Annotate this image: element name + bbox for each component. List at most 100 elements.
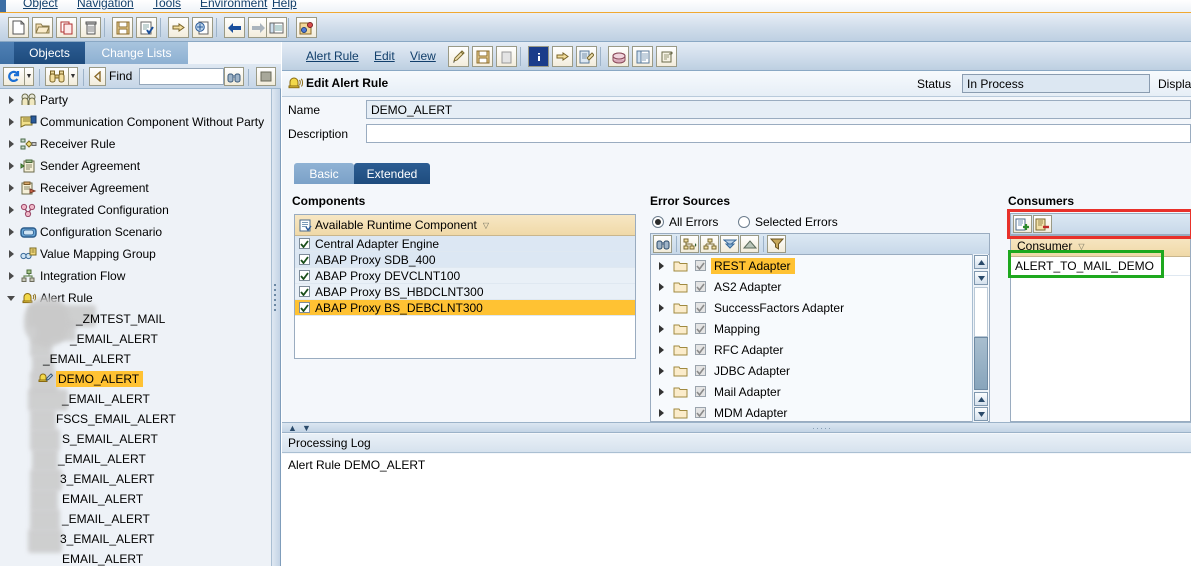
list-item[interactable]: S_EMAIL_ALERT	[0, 429, 272, 449]
tree-item-communication-component-without-party[interactable]: Communication Component Without Party	[0, 111, 272, 133]
splitter-up-arrow-icon[interactable]: ▲	[288, 423, 297, 433]
remove-consumer-icon[interactable]	[1033, 215, 1052, 233]
list-item[interactable]: 3_EMAIL_ALERT	[0, 469, 272, 489]
list-item[interactable]: _ZMTEST_MAIL	[0, 309, 272, 329]
expand-arrow-icon[interactable]	[659, 324, 673, 333]
select-all-icon[interactable]	[740, 235, 759, 253]
row-checkbox[interactable]	[695, 344, 706, 355]
copy-icon[interactable]	[56, 17, 77, 38]
menu-navigation[interactable]: Navigation	[77, 0, 134, 10]
info-icon[interactable]	[528, 46, 549, 67]
row-checkbox[interactable]	[299, 302, 310, 313]
editor-menu-edit[interactable]: Edit	[374, 49, 395, 63]
tree-row-mdm-adapter[interactable]: MDM Adapter	[651, 402, 989, 421]
stop-icon[interactable]	[256, 67, 276, 86]
tree-item-integration-flow[interactable]: Integration Flow	[0, 265, 272, 287]
menu-help[interactable]: Help	[272, 0, 297, 10]
expand-arrow-icon[interactable]	[4, 243, 18, 265]
expand-arrow-icon[interactable]	[659, 387, 673, 396]
collapse-all-icon[interactable]	[700, 235, 719, 253]
menu-object[interactable]: Object	[23, 0, 58, 10]
save-icon[interactable]	[112, 17, 133, 38]
tree-row-mail-adapter[interactable]: Mail Adapter	[651, 381, 989, 402]
tree-row-jdbc-adapter[interactable]: JDBC Adapter	[651, 360, 989, 381]
settings-icon[interactable]	[296, 17, 317, 38]
list-item[interactable]: _EMAIL_ALERT	[0, 329, 272, 349]
list-item[interactable]: _EMAIL_ALERT	[0, 509, 272, 529]
collapse-arrow-icon[interactable]	[4, 287, 18, 309]
row-checkbox[interactable]	[299, 286, 310, 297]
expand-arrow-icon[interactable]	[4, 199, 18, 221]
table-row[interactable]: ABAP Proxy SDB_400	[295, 252, 635, 268]
expand-arrow-icon[interactable]	[659, 366, 673, 375]
tree-item-receiver-agreement[interactable]: Receiver Agreement	[0, 177, 272, 199]
row-checkbox[interactable]	[695, 281, 706, 292]
tab-extended[interactable]: Extended	[354, 163, 430, 184]
row-checkbox[interactable]	[299, 238, 310, 249]
table-row-selected[interactable]: ABAP Proxy BS_DEBCLNT300	[295, 300, 635, 316]
tree-item-integrated-configuration[interactable]: Integrated Configuration	[0, 199, 272, 221]
list-item[interactable]: _EMAIL_ALERT	[0, 449, 272, 469]
radio-selected-errors[interactable]: Selected Errors	[738, 215, 838, 229]
binoculars-icon[interactable]	[45, 67, 69, 86]
table-row[interactable]: ABAP Proxy BS_HBDCLNT300	[295, 284, 635, 300]
select-all-icon[interactable]	[295, 219, 315, 232]
find-next-icon[interactable]	[224, 67, 244, 86]
tree-row-rest-adapter[interactable]: REST Adapter	[651, 255, 989, 276]
splitter-grip-icon[interactable]	[274, 284, 278, 314]
tree-item-value-mapping-group[interactable]: Value Mapping Group	[0, 243, 272, 265]
tab-basic[interactable]: Basic	[294, 163, 354, 184]
refresh-dropdown-icon[interactable]: ▼	[25, 67, 34, 86]
where-used-icon[interactable]	[576, 46, 597, 67]
scrollbar-track[interactable]	[974, 287, 988, 337]
row-checkbox[interactable]	[695, 323, 706, 334]
status-badge[interactable]: In Process	[962, 74, 1150, 93]
tree-row-rfc-adapter[interactable]: RFC Adapter	[651, 339, 989, 360]
editor-menu-view[interactable]: View	[410, 49, 436, 63]
expand-arrow-icon[interactable]	[659, 408, 673, 417]
navigate-icon[interactable]	[168, 17, 189, 38]
list-item[interactable]: FSCS_EMAIL_ALERT	[0, 409, 272, 429]
left-panel-scrollbar[interactable]	[271, 89, 280, 566]
table-row[interactable]: ALERT_TO_MAIL_DEMO	[1011, 257, 1190, 276]
expand-arrow-icon[interactable]	[4, 111, 18, 133]
history-icon[interactable]	[608, 46, 629, 67]
expand-arrow-icon[interactable]	[659, 282, 673, 291]
copy-icon[interactable]	[496, 46, 517, 67]
components-column-header[interactable]: Available Runtime Component ▽	[295, 215, 635, 236]
scroll-up-button-2[interactable]	[974, 392, 988, 406]
list-item[interactable]: EMAIL_ALERT	[0, 489, 272, 509]
error-sources-scrollbar[interactable]	[972, 254, 988, 422]
tree-item-party[interactable]: Party	[0, 89, 272, 111]
list-item[interactable]: 3_EMAIL_ALERT	[0, 529, 272, 549]
back-arrow-icon[interactable]	[224, 17, 245, 38]
name-field[interactable]	[366, 100, 1191, 119]
binoculars-dropdown-icon[interactable]: ▼	[69, 67, 78, 86]
tree-item-receiver-rule[interactable]: Receiver Rule	[0, 133, 272, 155]
sort-descending-icon[interactable]: ▽	[483, 221, 489, 230]
find-previous-icon[interactable]	[89, 67, 106, 86]
save-icon[interactable]	[472, 46, 493, 67]
navigate-icon[interactable]	[552, 46, 573, 67]
log-icon[interactable]	[656, 46, 677, 67]
expand-arrow-icon[interactable]	[659, 261, 673, 270]
row-checkbox[interactable]	[695, 365, 706, 376]
deselect-all-icon[interactable]	[720, 235, 739, 253]
tree-item-sender-agreement[interactable]: Sender Agreement	[0, 155, 272, 177]
expand-arrow-icon[interactable]	[659, 303, 673, 312]
list-item[interactable]: _EMAIL_ALERT	[0, 389, 272, 409]
radio-button-icon[interactable]	[652, 216, 664, 228]
row-checkbox[interactable]	[695, 407, 706, 418]
scroll-down-button-2[interactable]	[974, 407, 988, 421]
tree-row-successfactors-adapter[interactable]: SuccessFactors Adapter	[651, 297, 989, 318]
search-input[interactable]	[139, 68, 224, 85]
expand-arrow-icon[interactable]	[4, 221, 18, 243]
add-consumer-icon[interactable]	[1013, 215, 1032, 233]
splitter-grip-icon[interactable]: ·····	[812, 423, 832, 433]
expand-arrow-icon[interactable]	[4, 265, 18, 287]
menu-environment[interactable]: Environment	[200, 0, 267, 10]
row-checkbox[interactable]	[695, 260, 706, 271]
new-icon[interactable]	[8, 17, 29, 38]
radio-all-errors[interactable]: All Errors	[652, 215, 718, 229]
where-used-icon[interactable]	[192, 17, 213, 38]
